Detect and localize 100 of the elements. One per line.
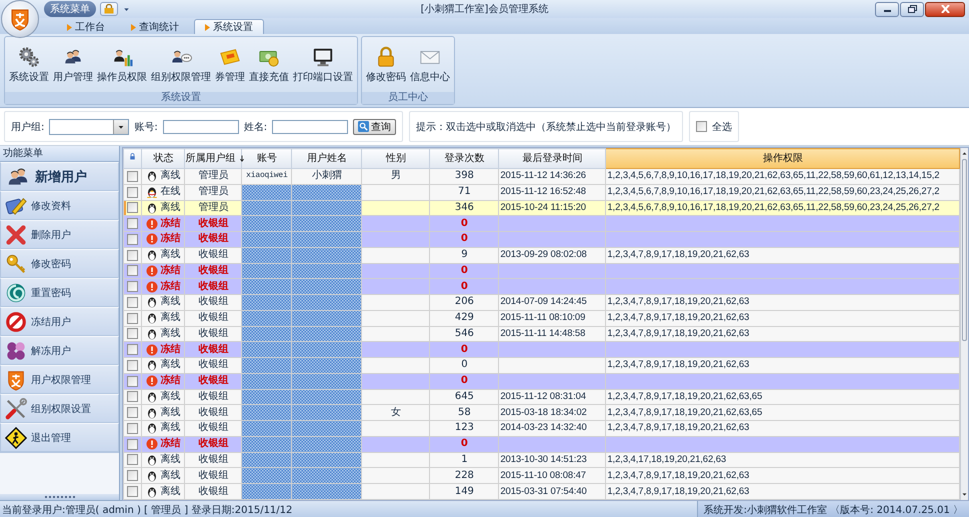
sidebar-item[interactable]: 组别权限设置 xyxy=(0,394,120,423)
menu-label[interactable]: 系统菜单 xyxy=(44,1,96,17)
row-checkbox[interactable] xyxy=(127,202,138,214)
tab[interactable]: 工作台 xyxy=(56,19,116,34)
row-checkbox[interactable] xyxy=(127,234,138,245)
ribbon-button[interactable]: 组别权限管理 xyxy=(149,37,213,92)
lock-icon xyxy=(128,152,138,161)
triangle-icon xyxy=(205,24,210,30)
masked-cell xyxy=(292,294,362,310)
table-row[interactable]: 离线 收银组 149 2015-03-31 07:54:40 1,2,3,4,7,8,9,17,18,19,20,21,62,63 xyxy=(124,484,960,500)
ribbon-button[interactable]: 操作员权限 xyxy=(95,37,149,92)
masked-cell xyxy=(242,436,292,452)
sidebar-item[interactable]: 新增用户 xyxy=(0,162,120,191)
group-dropdown[interactable] xyxy=(49,118,130,134)
scrollbar-thumb[interactable] xyxy=(962,159,968,341)
cross-icon xyxy=(5,224,27,246)
sidebar-item[interactable]: 解冻用户 xyxy=(0,336,120,365)
column-header[interactable]: 性别 xyxy=(362,148,430,168)
table-row[interactable]: 离线 收银组 206 2014-07-09 14:24:45 1,2,3,4,7,8,9,17,18,19,20,21,62,63 xyxy=(124,294,960,310)
splitter-grip[interactable] xyxy=(0,494,120,500)
table-row[interactable]: 离线 收银组 546 2015-11-11 14:48:58 1,2,3,4,7,8,9,17,18,19,20,21,62,63 xyxy=(124,326,960,342)
row-checkbox[interactable] xyxy=(127,281,138,292)
row-checkbox[interactable] xyxy=(127,391,138,402)
scrollbar[interactable] xyxy=(960,148,968,500)
row-checkbox[interactable] xyxy=(127,186,138,198)
table-row[interactable]: 离线 收银组 429 2015-11-11 08:10:09 1,2,3,4,7,8,9,17,18,19,20,21,62,63 xyxy=(124,310,960,326)
ribbon-button[interactable]: 直接充值 xyxy=(247,37,291,92)
row-checkbox[interactable] xyxy=(127,407,138,418)
column-header[interactable]: 操作权限 xyxy=(606,148,960,168)
table-row[interactable]: 离线 收银组 9 2013-09-29 08:02:08 1,2,3,4,7,8,9,17,18,19,20,21,62,63 xyxy=(124,247,960,263)
account-field[interactable] xyxy=(162,120,239,134)
ribbon-button[interactable]: 系统设置 xyxy=(7,37,51,92)
table-row[interactable]: 在线 管理员 71 2015-11-12 16:52:48 1,2,3,4,5,6,7,8,9,10,16,17,18,19,20,21,62,63,65,11,22,58,59,60,23,24,25,26,27,2 xyxy=(124,184,960,200)
masked-cell xyxy=(242,278,292,294)
masked-cell xyxy=(292,420,362,436)
table-row[interactable]: 离线 收银组 女 58 2015-03-18 18:34:02 1,2,3,4,7,8,9,17,18,19,20,21,62,63,65 xyxy=(124,404,960,420)
masked-cell xyxy=(242,373,292,389)
minimize-button[interactable] xyxy=(875,2,899,16)
penguin-icon xyxy=(146,359,158,372)
row-checkbox[interactable] xyxy=(127,328,138,340)
row-checkbox[interactable] xyxy=(127,454,138,466)
row-checkbox[interactable] xyxy=(127,438,138,450)
sidebar-item[interactable]: 删除用户 xyxy=(0,220,120,249)
row-checkbox[interactable] xyxy=(127,360,138,371)
lock-button[interactable] xyxy=(100,2,118,16)
row-checkbox[interactable] xyxy=(127,344,138,356)
table-cell: 2013-09-29 08:02:08 xyxy=(498,247,606,263)
tab[interactable]: 系统设置 xyxy=(194,19,264,34)
ribbon-button[interactable]: 打印端口设置 xyxy=(291,37,355,92)
table-row[interactable]: 离线 收银组 228 2015-11-10 08:08:47 1,2,3,4,7,8,9,17,18,19,20,21,62,63 xyxy=(124,468,960,484)
ribbon-button[interactable]: 修改密码 xyxy=(364,37,408,92)
row-checkbox[interactable] xyxy=(127,422,138,434)
column-header[interactable]: 状态 xyxy=(142,148,185,168)
table-row[interactable]: 离线 收银组 1 2013-10-30 14:51:23 1,2,3,4,17,18,19,20,21,62,63 xyxy=(124,452,960,468)
table-cell: 2014-07-09 14:24:45 xyxy=(498,294,606,310)
padlock-icon xyxy=(375,46,397,68)
sidebar-item[interactable]: 修改密码 xyxy=(0,249,120,278)
row-checkbox[interactable] xyxy=(127,218,138,230)
row-checkbox[interactable] xyxy=(127,470,138,482)
ribbon-button[interactable]: 券管理 xyxy=(213,37,247,92)
table-row[interactable]: 离线 收银组 0 1,2,3,4,7,8,9,17,18,19,20,21,62,63 xyxy=(124,358,960,374)
penguin-icon xyxy=(146,170,158,182)
column-header[interactable]: 账号 xyxy=(242,148,292,168)
field-label: 用户组: xyxy=(11,120,44,134)
masked-cell xyxy=(292,373,362,389)
ribbon-button[interactable]: 信息中心 xyxy=(408,37,452,92)
restore-icon xyxy=(908,5,916,13)
table-cell: 收银组 xyxy=(184,484,242,500)
sidebar-item[interactable]: 修改资料 xyxy=(0,191,120,220)
table-row[interactable]: 离线 收银组 123 2014-03-23 14:32:40 1,2,3,4,7,8,9,17,18,19,20,21,62,63 xyxy=(124,420,960,436)
tab[interactable]: 查询统计 xyxy=(120,19,190,34)
sidebar-item[interactable]: 冻结用户 xyxy=(0,307,120,336)
table-cell: 收银组 xyxy=(184,247,242,263)
column-header[interactable]: 用户姓名 xyxy=(292,148,362,168)
close-button[interactable] xyxy=(925,2,965,16)
ribbon-button[interactable]: 用户管理 xyxy=(51,37,95,92)
sidebar-item[interactable]: 用户权限管理 xyxy=(0,365,120,394)
column-header[interactable]: 所属用户组 xyxy=(184,148,242,168)
search-icon xyxy=(358,121,370,132)
table-row[interactable]: 离线 管理员 346 2015-10-24 11:15:20 1,2,3,4,5,6,7,8,9,10,16,17,18,19,20,21,62,63,65,11,22,58,59,60,23,24,25,26,27,2 xyxy=(124,200,960,216)
sidebar-item[interactable]: 退出管理 xyxy=(0,423,120,452)
row-checkbox[interactable] xyxy=(127,296,138,308)
row-checkbox[interactable] xyxy=(127,486,138,497)
masked-cell xyxy=(292,310,362,326)
row-checkbox[interactable] xyxy=(127,376,138,387)
masked-cell xyxy=(242,342,292,358)
table-row[interactable]: 离线 收银组 645 2015-11-12 08:31:04 1,2,3,4,7,8,9,17,18,19,20,21,62,63,65 xyxy=(124,389,960,405)
select-all-checkbox[interactable] xyxy=(696,121,708,132)
search-button[interactable]: 查询 xyxy=(353,118,396,134)
row-checkbox[interactable] xyxy=(127,170,138,182)
column-header[interactable]: 登录次数 xyxy=(430,148,499,168)
table-row[interactable]: 离线 管理员 xiaoqiwei 小刺猬 男 398 2015-11-12 14:36:26 1,2,3,4,5,6,7,8,9,10,16,17,18,19,20,21,62,63,65,11,22,58,59,60,61,12,13,14,15,2 xyxy=(124,168,960,184)
sidebar-item[interactable]: 重置密码 xyxy=(0,278,120,307)
row-checkbox[interactable] xyxy=(127,265,138,276)
row-checkbox[interactable] xyxy=(127,312,138,324)
row-checkbox[interactable] xyxy=(127,250,138,261)
name-field[interactable] xyxy=(272,120,348,134)
penguin-icon xyxy=(146,186,158,198)
restore-button[interactable] xyxy=(900,2,924,16)
column-header[interactable]: 最后登录时间 xyxy=(498,148,606,168)
